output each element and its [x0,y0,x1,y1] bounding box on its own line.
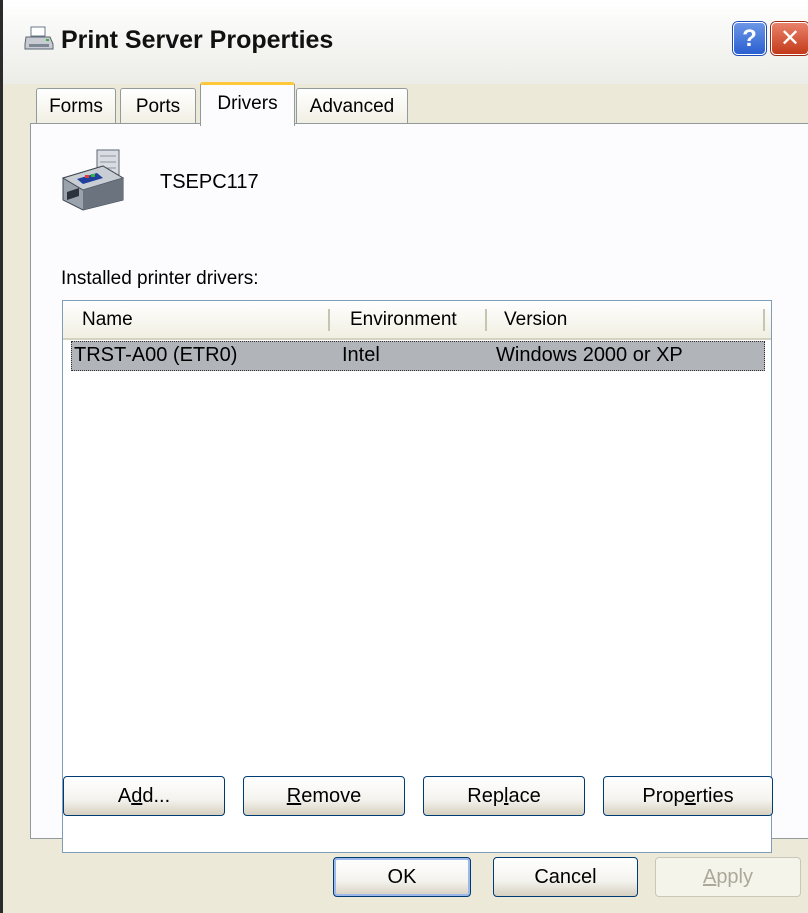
button-label: Add... [117,784,171,807]
installed-drivers-label: Installed printer drivers: [61,268,259,289]
tab-ports[interactable]: Ports [120,88,196,124]
button-label: Properties [642,784,734,807]
driver-name-cell: TRST-A00 (ETR0) [74,344,238,366]
server-name: TSEPC117 [160,171,259,193]
window-title: Print Server Properties [61,26,334,54]
tab-drivers[interactable]: Drivers [200,82,295,126]
table-row[interactable]: TRST-A00 (ETR0) Intel Windows 2000 or XP [71,341,765,371]
tab-forms[interactable]: Forms [36,88,116,124]
close-button[interactable]: ✕ [771,22,808,55]
driver-environment-cell: Intel [342,344,380,366]
ok-button[interactable]: OK [333,857,471,897]
column-header-name[interactable]: Name [82,301,329,338]
add-driver-button[interactable]: Add... [63,776,225,816]
tab-advanced[interactable]: Advanced [296,88,408,124]
driver-version-cell: Windows 2000 or XP [496,344,683,366]
drivers-tab-page: TSEPC117 Installed printer drivers: Name… [30,123,808,853]
cancel-button[interactable]: Cancel [493,857,638,897]
close-icon: ✕ [779,25,801,52]
replace-driver-button[interactable]: Replace [423,776,585,816]
list-header: Name Environment Version [63,301,771,340]
column-header-version[interactable]: Version [504,301,764,338]
print-server-properties-window: Print Server Properties ? ✕ Forms Ports … [0,0,808,913]
column-divider[interactable] [485,309,487,331]
column-divider[interactable] [328,309,330,331]
apply-button[interactable]: Apply [655,857,801,897]
title-bar[interactable]: Print Server Properties ? ✕ [3,0,808,84]
printer-server-icon [24,26,54,52]
driver-properties-button[interactable]: Properties [603,776,773,816]
drivers-list[interactable]: Name Environment Version TRST-A00 (ETR0)… [62,300,772,853]
button-label: Replace [467,784,541,807]
button-label: Remove [286,784,362,807]
column-header-environment[interactable]: Environment [350,301,490,338]
help-button[interactable]: ? [733,22,766,55]
remove-driver-button[interactable]: Remove [243,776,405,816]
printer-icon [57,148,129,214]
column-divider[interactable] [763,309,765,331]
button-label: Apply [702,865,754,888]
question-mark-icon: ? [742,24,757,52]
